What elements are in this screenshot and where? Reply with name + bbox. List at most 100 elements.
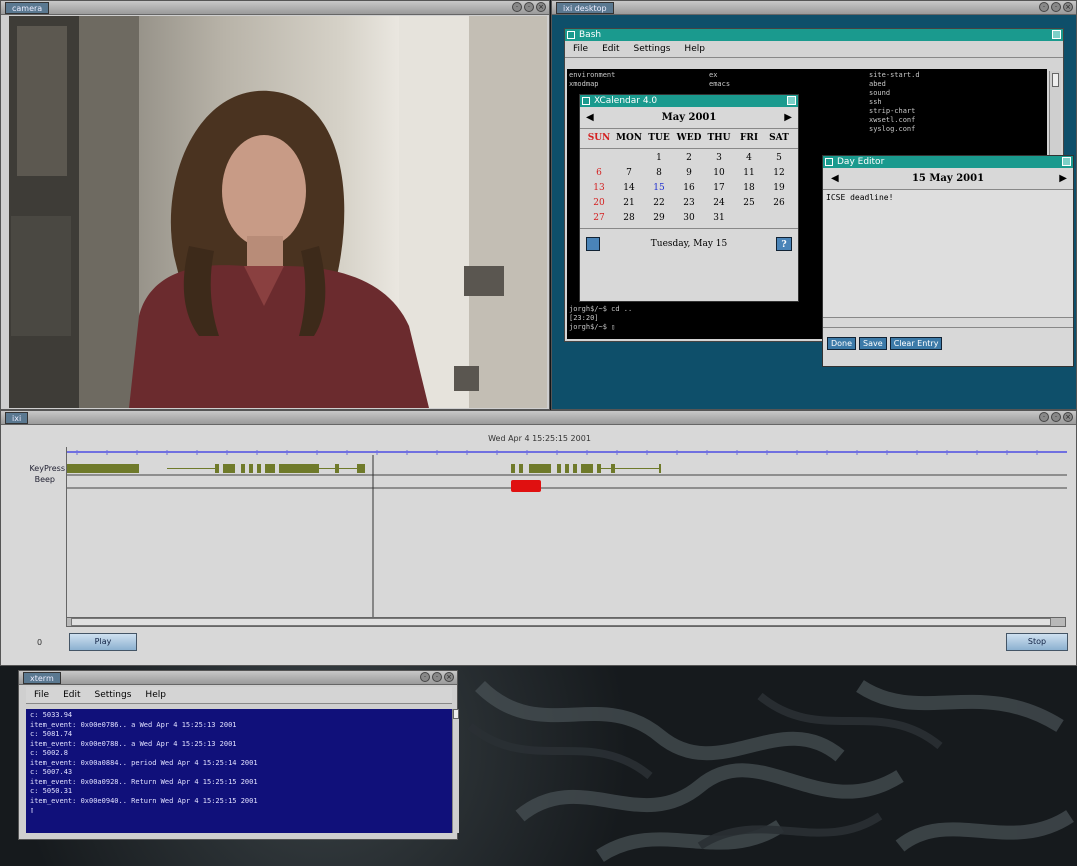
xterm-output[interactable]: c: 5033.94 item_event: 0x00e0786.. a Wed… <box>26 709 452 833</box>
log-line: c: 5002.8 <box>30 749 68 757</box>
day-editor-title: Day Editor <box>837 157 885 167</box>
day-editor-buttons: Done Save Clear Entry <box>823 328 1073 359</box>
calendar-title: XCalendar 4.0 <box>594 96 658 106</box>
maximize-icon[interactable] <box>787 96 796 105</box>
menu-edit[interactable]: Edit <box>602 44 619 54</box>
desktop-window-title: ixi desktop <box>556 2 614 14</box>
beep-event[interactable] <box>511 480 541 492</box>
close-icon[interactable]: × <box>536 2 546 12</box>
log-line: item_event: 0x00e0786.. a Wed Apr 4 15:2… <box>30 720 237 729</box>
desktop-window-titlebar[interactable]: ixi desktop · · × <box>552 1 1076 15</box>
day-entry-textarea[interactable]: ICSE deadline! <box>823 190 1073 318</box>
video-window-title: camera <box>5 2 50 14</box>
stop-button[interactable]: Stop <box>1006 633 1068 651</box>
day-editor-header: ◀ 15 May 2001 ▶ <box>823 168 1073 190</box>
menu-settings[interactable]: Settings <box>634 44 671 54</box>
menu-settings[interactable]: Settings <box>95 690 132 700</box>
day-editor-date: 15 May 2001 <box>911 173 985 184</box>
minimize-icon[interactable]: · <box>512 2 522 12</box>
close-icon[interactable]: × <box>1063 2 1073 12</box>
desktop-window: ixi desktop · · × Bash File Edit Setting… <box>551 0 1077 410</box>
timeline-origin-label: 0 <box>37 638 43 647</box>
calendar-weekdays: SUN MON TUE WED THU FRI SAT <box>580 129 798 149</box>
scrollbar-thumb[interactable] <box>71 618 1051 626</box>
video-window-titlebar[interactable]: camera · · × <box>1 1 549 15</box>
menu-help[interactable]: Help <box>145 690 166 700</box>
close-icon[interactable]: × <box>1063 412 1073 422</box>
scrollbar-thumb[interactable] <box>1052 73 1059 87</box>
today-label: Tuesday, May 15 <box>650 239 728 249</box>
log-line: item_event: 0x00a0928.. Return Wed Apr 4… <box>30 777 258 786</box>
xterm-menubar: File Edit Settings Help <box>26 687 452 704</box>
calendar-icon[interactable] <box>586 237 600 251</box>
calendar-header: ◀ May 2001 ▶ <box>580 107 798 129</box>
log-line: c: 5081.74 <box>30 730 73 738</box>
timeline-canvas[interactable] <box>66 447 1067 617</box>
save-button[interactable]: Save <box>859 337 887 350</box>
bash-prompt: jorgh$/~$ cd .. [23:20] jorgh$/~$ ▯ <box>569 305 633 331</box>
video-frame <box>9 16 547 408</box>
today-cell[interactable]: 15 <box>644 181 674 196</box>
clear-entry-button[interactable]: Clear Entry <box>889 337 943 350</box>
bash-menubar: File Edit Settings Help <box>565 41 1063 58</box>
day-editor-window: Day Editor ◀ 15 May 2001 ▶ ICSE deadline… <box>822 155 1074 367</box>
calendar-footer: Tuesday, May 15 ? <box>580 229 798 259</box>
next-day-icon[interactable]: ▶ <box>1059 168 1067 190</box>
scrollbar-thumb[interactable] <box>453 709 459 719</box>
minimize-icon[interactable]: · <box>1039 412 1049 422</box>
bash-title: Bash <box>579 30 602 40</box>
log-line: item_event: 0x00e0940.. Return Wed Apr 4… <box>30 796 258 805</box>
log-line: c: 5033.94 <box>30 711 73 719</box>
calendar-month: May 2001 <box>661 112 717 123</box>
calendar-days: 12345 6 7 8 9 10 11 12 13 14 15 16 17 18 19 20 21 22 23… <box>580 149 798 229</box>
window-menu-icon[interactable] <box>567 31 575 39</box>
list-item: environment ex site-start.d <box>569 71 920 79</box>
prev-month-icon[interactable]: ◀ <box>586 107 594 129</box>
maximize-icon[interactable] <box>1062 157 1071 166</box>
done-button[interactable]: Done <box>827 337 857 350</box>
log-line: c: 5050.31 <box>30 787 73 795</box>
maximize-icon[interactable]: · <box>524 2 534 12</box>
video-window: camera · · × <box>0 0 550 410</box>
ixi-title: ixi <box>5 412 29 424</box>
day-editor-titlebar[interactable]: Day Editor <box>823 156 1073 168</box>
calendar-window: XCalendar 4.0 ◀ May 2001 ▶ SUN MON TUE W… <box>579 94 799 302</box>
video-picture <box>9 16 547 408</box>
minimize-icon[interactable]: · <box>420 672 430 682</box>
window-menu-icon[interactable] <box>825 158 833 166</box>
log-line: c: 5007.43 <box>30 768 73 776</box>
log-line: item_event: 0x00a0884.. period Wed Apr 4… <box>30 758 258 767</box>
timeline-marks <box>67 450 1067 617</box>
calendar-titlebar[interactable]: XCalendar 4.0 <box>580 95 798 107</box>
play-button[interactable]: Play <box>69 633 137 651</box>
ixi-window: ixi · · × Wed Apr 4 15:25:15 2001 KeyPre… <box>0 410 1077 666</box>
menu-edit[interactable]: Edit <box>63 690 80 700</box>
next-month-icon[interactable]: ▶ <box>784 107 792 129</box>
timeline-scrollbar[interactable] <box>66 617 1066 627</box>
ixi-titlebar[interactable]: ixi · · × <box>1 411 1076 425</box>
cursor: ▯ <box>30 806 35 814</box>
bash-titlebar[interactable]: Bash <box>565 29 1063 41</box>
log-line: item_event: 0x00e0788.. a Wed Apr 4 15:2… <box>30 739 237 748</box>
maximize-icon[interactable]: · <box>432 672 442 682</box>
menu-help[interactable]: Help <box>684 44 705 54</box>
close-icon[interactable]: × <box>444 672 454 682</box>
prev-day-icon[interactable]: ◀ <box>831 168 839 190</box>
maximize-icon[interactable] <box>1052 30 1061 39</box>
list-item: xmodmap emacs abed <box>569 80 886 88</box>
maximize-icon[interactable]: · <box>1051 2 1061 12</box>
maximize-icon[interactable]: · <box>1051 412 1061 422</box>
track-label-beep: Beep <box>34 475 55 484</box>
minimize-icon[interactable]: · <box>1039 2 1049 12</box>
track-label-keypress: KeyPress <box>29 464 65 473</box>
xterm-scrollbar[interactable] <box>452 709 459 833</box>
xterm-titlebar[interactable]: xterm · · × <box>19 671 457 685</box>
menu-file[interactable]: File <box>573 44 588 54</box>
help-icon[interactable]: ? <box>776 237 792 251</box>
day-entry-text: ICSE deadline! <box>826 193 894 202</box>
menu-file[interactable]: File <box>34 690 49 700</box>
xterm-window: xterm · · × File Edit Settings Help c: 5… <box>18 670 459 840</box>
timeline-timestamp: Wed Apr 4 15:25:15 2001 <box>488 434 591 443</box>
xterm-title: xterm <box>23 672 61 684</box>
window-menu-icon[interactable] <box>582 97 590 105</box>
